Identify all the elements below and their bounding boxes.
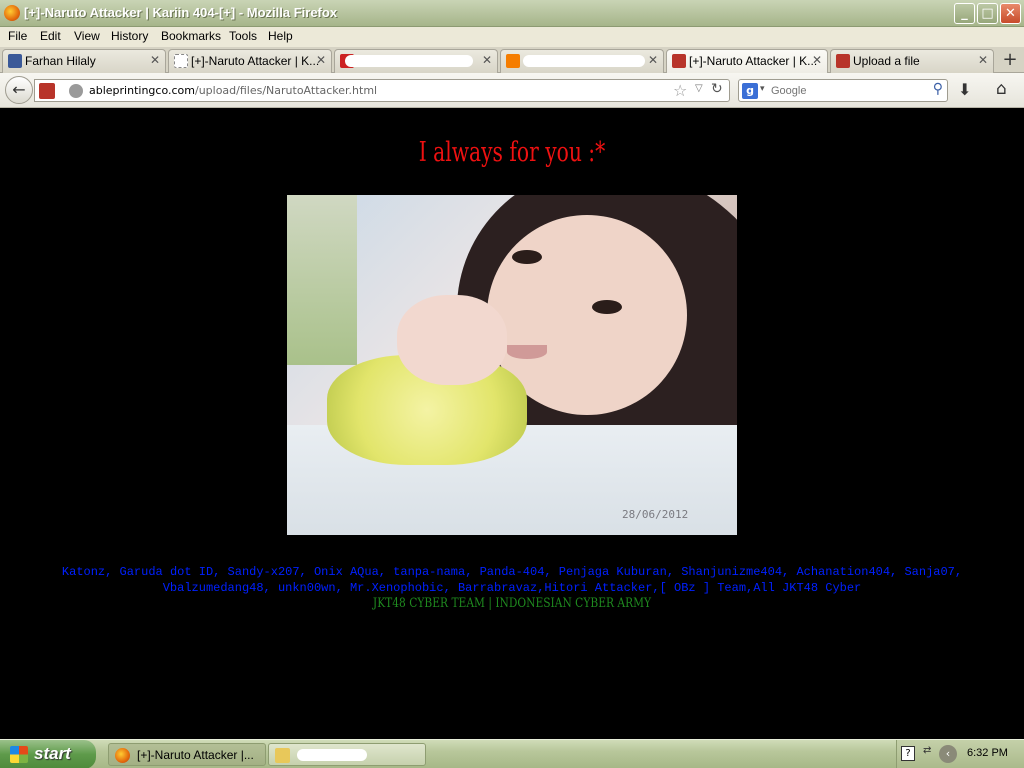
tab-label: Farhan Hilaly [25, 54, 96, 68]
menu-bar: File Edit View History Bookmarks Tools H… [0, 27, 1024, 47]
tab-strip: Farhan Hilaly ✕ [+]-Naruto Attacker | K.… [0, 47, 1024, 74]
tab-upload-a-file[interactable]: Upload a file ✕ [830, 49, 994, 73]
tab-close-icon[interactable]: ✕ [812, 53, 822, 67]
history-dropdown-icon[interactable]: ▽ [695, 83, 703, 94]
clock[interactable]: 6:32 PM [967, 747, 1008, 759]
menu-edit[interactable]: Edit [40, 29, 61, 43]
site-identity-icon[interactable] [39, 83, 55, 99]
page-heading: I always for you :* [418, 137, 606, 168]
greetings-text: Katonz, Garuda dot ID, Sandy-x207, Onix … [4, 564, 1020, 596]
tab-close-icon[interactable]: ✕ [150, 53, 160, 67]
page-content: I always for you :* 28/06/2012 Katonz, G… [0, 109, 1024, 739]
tab-naruto-attacker-active[interactable]: [+]-Naruto Attacker | K... ✕ [666, 49, 828, 74]
menu-history[interactable]: History [111, 29, 148, 43]
team-signature: JKT48 CYBER TEAM | INDONESIAN CYBER ARMY [372, 596, 652, 611]
back-button[interactable]: ← [5, 76, 33, 104]
url-bar[interactable]: ableprintingco.com/upload/files/NarutoAt… [34, 79, 730, 102]
firefox-icon [115, 748, 130, 763]
windows-logo-icon [10, 746, 28, 763]
menu-bookmarks[interactable]: Bookmarks [161, 29, 221, 43]
folder-icon [275, 748, 290, 763]
site-icon [836, 54, 850, 68]
navigation-toolbar: ← ableprintingco.com/upload/files/Naruto… [0, 73, 1024, 108]
tab-gmail[interactable]: ✕ [334, 49, 498, 73]
greetings-line: Katonz, Garuda dot ID, Sandy-x207, Onix … [61, 565, 963, 579]
tab-label: [+]-Naruto Attacker | K... [191, 54, 320, 68]
close-button[interactable]: ✕ [1000, 3, 1021, 24]
reload-icon[interactable]: ↻ [711, 81, 723, 97]
screen: [+]-Naruto Attacker | Kariin 404-[+] - M… [0, 0, 1024, 768]
tab-close-icon[interactable]: ✕ [648, 53, 658, 67]
redaction-mark [297, 749, 367, 761]
taskbar-item-label: [+]-Naruto Attacker |... [137, 748, 254, 762]
tab-close-icon[interactable]: ✕ [316, 53, 326, 67]
menu-file[interactable]: File [8, 29, 27, 43]
tab-naruto-attacker-1[interactable]: [+]-Naruto Attacker | K... ✕ [168, 49, 332, 73]
network-icon[interactable]: ⇄ [923, 745, 931, 756]
tab-blogger[interactable]: ✕ [500, 49, 664, 73]
minimize-button[interactable]: _ [954, 3, 975, 24]
google-icon[interactable]: g [742, 83, 758, 99]
help-icon[interactable]: ? [901, 746, 915, 761]
photo-hand [397, 295, 507, 385]
tab-label: Upload a file [853, 54, 920, 68]
url-text[interactable]: ableprintingco.com/upload/files/NarutoAt… [89, 84, 377, 97]
new-tab-button[interactable]: + [998, 49, 1022, 72]
tab-label: [+]-Naruto Attacker | K... [689, 54, 818, 68]
taskbar-item-firefox[interactable]: [+]-Naruto Attacker |... [108, 743, 266, 766]
start-button[interactable]: start [0, 740, 96, 768]
globe-icon [69, 84, 83, 98]
photo-eye [592, 300, 622, 314]
search-input[interactable] [771, 82, 921, 99]
taskbar: start [+]-Naruto Attacker |... ? ⇄ ‹ 6:3… [0, 739, 1024, 768]
search-bar: g ▾ ⚲ [738, 79, 948, 102]
redaction-mark [345, 55, 473, 67]
start-label: start [34, 744, 71, 763]
greetings-line: Vbalzumedang48, unkn00wn, Mr.Xenophobic,… [162, 581, 862, 595]
photo-date-stamp: 28/06/2012 [622, 508, 689, 521]
menu-tools[interactable]: Tools [229, 29, 257, 43]
facebook-icon [8, 54, 22, 68]
firefox-icon [4, 5, 20, 21]
system-tray: ? ⇄ ‹ 6:32 PM [896, 740, 1024, 768]
search-engine-dropdown-icon[interactable]: ▾ [760, 84, 765, 94]
photo-mouth [507, 345, 547, 359]
tab-close-icon[interactable]: ✕ [482, 53, 492, 67]
search-icon[interactable]: ⚲ [933, 81, 943, 97]
menu-view[interactable]: View [74, 29, 100, 43]
tab-close-icon[interactable]: ✕ [978, 53, 988, 67]
downloads-icon[interactable]: ⬇ [958, 80, 971, 99]
bookmark-star-icon[interactable]: ☆ [673, 81, 687, 100]
profile-photo: 28/06/2012 [287, 195, 737, 535]
taskbar-item-folder[interactable] [268, 743, 426, 766]
blank-page-icon [174, 54, 188, 68]
home-icon[interactable]: ⌂ [996, 79, 1007, 99]
window-title: [+]-Naruto Attacker | Kariin 404-[+] - M… [24, 5, 338, 20]
site-icon [672, 54, 686, 68]
tab-farhan-hilaly[interactable]: Farhan Hilaly ✕ [2, 49, 166, 73]
tray-expand-icon[interactable]: ‹ [939, 745, 957, 763]
menu-help[interactable]: Help [268, 29, 293, 43]
redaction-mark [523, 55, 645, 67]
window-titlebar[interactable]: [+]-Naruto Attacker | Kariin 404-[+] - M… [0, 0, 1024, 27]
photo-eye [512, 250, 542, 264]
background-person [287, 195, 357, 365]
maximize-button[interactable]: □ [977, 3, 998, 24]
blogger-icon [506, 54, 520, 68]
